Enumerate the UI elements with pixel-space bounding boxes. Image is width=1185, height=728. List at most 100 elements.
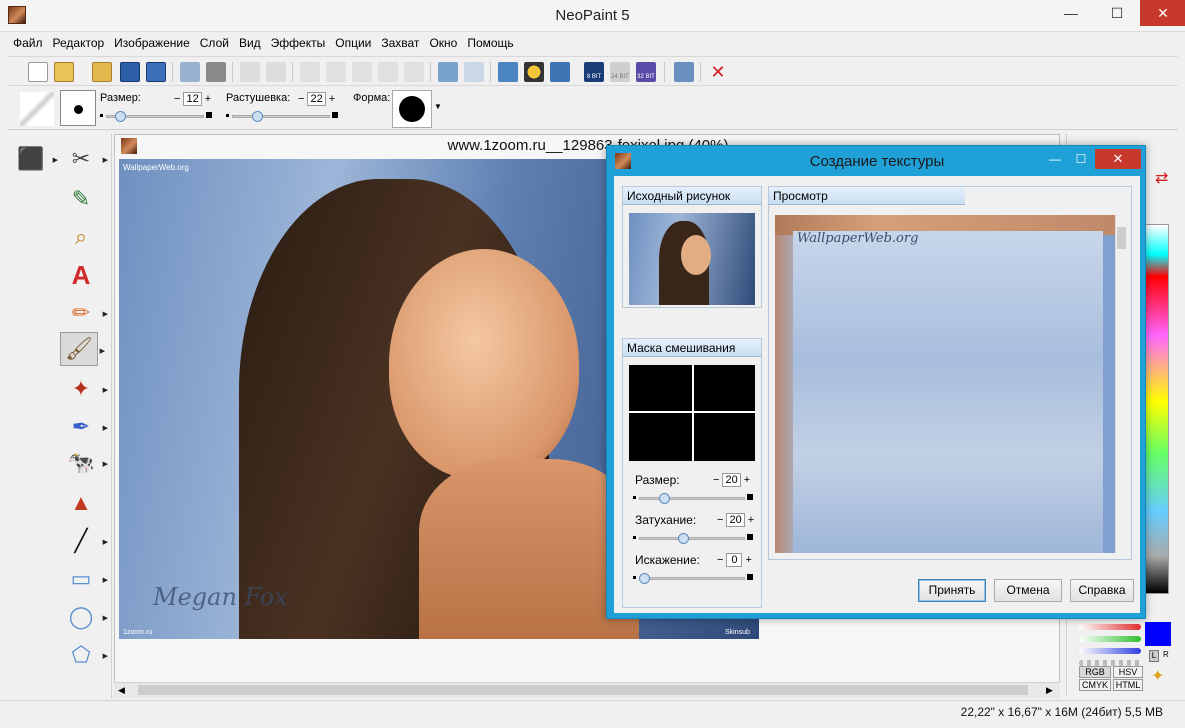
close-document-icon[interactable]: ✕ — [708, 62, 728, 82]
menu-help[interactable]: Помощь — [462, 34, 518, 52]
menu-window[interactable]: Окно — [424, 34, 462, 52]
cut-icon[interactable] — [300, 62, 320, 82]
blend-mask-preview[interactable] — [629, 365, 755, 461]
scan-icon[interactable] — [180, 62, 200, 82]
preview-vscroll[interactable] — [1115, 215, 1127, 553]
eyedropper-icon[interactable]: ✎ — [62, 182, 100, 216]
smudge-icon[interactable]: ✒ ▶ — [62, 410, 108, 444]
zoom-window-icon[interactable] — [674, 62, 694, 82]
tex-size-knob[interactable] — [659, 493, 670, 504]
fade-slider[interactable] — [633, 533, 753, 544]
accept-button[interactable]: Принять — [918, 579, 986, 602]
brightness-icon[interactable] — [524, 62, 544, 82]
size-slider[interactable] — [100, 111, 212, 122]
distort-knob[interactable] — [639, 573, 650, 584]
resize-icon[interactable] — [438, 62, 458, 82]
menu-options[interactable]: Опции — [330, 34, 376, 52]
swap-colors-icon[interactable]: ⇄ — [1155, 168, 1168, 188]
paste-new-icon[interactable] — [378, 62, 398, 82]
feather-slider[interactable] — [226, 111, 338, 122]
close-button[interactable]: ✕ — [1140, 0, 1185, 26]
clone-stamp-icon[interactable]: ▲ — [62, 486, 100, 520]
3d-cube-icon[interactable]: ⬛ ▶ — [12, 142, 58, 176]
distort-slider[interactable] — [633, 573, 753, 584]
ellipse-icon[interactable]: ◯ ▶ — [62, 600, 108, 634]
maximize-button[interactable]: ☐ — [1094, 0, 1140, 26]
8bit-icon[interactable]: 8 BIT — [584, 62, 604, 82]
tex-size-value[interactable]: 20 — [722, 473, 741, 487]
paste-icon[interactable] — [352, 62, 372, 82]
shape-picker[interactable] — [392, 90, 432, 128]
menu-capture[interactable]: Захват — [376, 34, 424, 52]
rectangle-icon[interactable]: ▭ ▶ — [62, 562, 108, 596]
polygon-icon[interactable]: ⬠ ▶ — [62, 638, 108, 672]
dialog-maximize-button[interactable]: ☐ — [1071, 152, 1091, 166]
fade-spinner[interactable]: − 20 + — [717, 513, 754, 527]
minimize-button[interactable]: — — [1048, 0, 1094, 26]
star-picker-icon[interactable]: ✦ — [1151, 666, 1164, 686]
green-slider[interactable] — [1079, 636, 1141, 642]
size-value[interactable]: 12 — [183, 92, 202, 106]
feather-value[interactable]: 22 — [307, 92, 326, 106]
32bit-icon[interactable]: 32 BIT — [636, 62, 656, 82]
shape-dropdown-icon[interactable]: ▼ — [434, 102, 442, 111]
size-spinner[interactable]: − 12 + — [174, 92, 211, 106]
save-as-icon[interactable] — [146, 62, 166, 82]
copy-icon[interactable] — [326, 62, 346, 82]
tex-size-slider[interactable] — [633, 493, 753, 504]
feather-spinner[interactable]: − 22 + — [298, 92, 335, 106]
menu-edit[interactable]: Редактор — [48, 34, 110, 52]
tex-size-spinner[interactable]: − 20 + — [713, 473, 750, 487]
blue-slider[interactable] — [1079, 648, 1141, 654]
brush-tip-preview[interactable] — [60, 90, 96, 126]
open-file-icon[interactable] — [54, 62, 74, 82]
preview-vscroll-thumb[interactable] — [1117, 227, 1126, 249]
line-icon[interactable]: ╱ ▶ — [62, 524, 108, 558]
distort-spinner[interactable]: − 0 + — [717, 553, 752, 567]
menu-layer[interactable]: Слой — [195, 34, 234, 52]
brush-icon[interactable]: 🖌 ▶ — [60, 332, 105, 366]
horizontal-scrollbar[interactable]: ◀ ▶ — [114, 682, 1060, 698]
size-slider-knob[interactable] — [115, 111, 126, 122]
scroll-left-icon[interactable]: ◀ — [118, 685, 125, 696]
magnifier-icon[interactable]: ⌕ — [62, 220, 100, 254]
stamp-animals-icon[interactable]: 🐄 ▶ — [62, 446, 108, 480]
dialog-minimize-button[interactable]: — — [1045, 152, 1065, 166]
text-tool-icon[interactable]: A — [62, 258, 100, 292]
layers-icon[interactable] — [498, 62, 518, 82]
menu-view[interactable]: Вид — [234, 34, 266, 52]
crop-icon[interactable] — [464, 62, 484, 82]
lock-flag[interactable]: L — [1149, 650, 1159, 662]
undo-icon[interactable] — [240, 62, 260, 82]
scroll-right-icon[interactable]: ▶ — [1046, 685, 1053, 696]
fade-knob[interactable] — [678, 533, 689, 544]
redo-icon[interactable] — [266, 62, 286, 82]
print-icon[interactable] — [206, 62, 226, 82]
scroll-thumb[interactable] — [138, 685, 1028, 695]
menu-file[interactable]: Файл — [8, 34, 48, 52]
fade-value[interactable]: 20 — [726, 513, 745, 527]
menu-effects[interactable]: Эффекты — [266, 34, 331, 52]
menu-image[interactable]: Изображение — [109, 34, 195, 52]
colors-icon[interactable] — [550, 62, 570, 82]
mode-rgb[interactable]: RGB — [1079, 666, 1111, 678]
mode-cmyk[interactable]: CMYK — [1079, 679, 1111, 691]
color-palette[interactable] — [1143, 224, 1169, 594]
background-color[interactable] — [1145, 622, 1171, 646]
save-icon[interactable] — [120, 62, 140, 82]
mode-hsv[interactable]: HSV — [1113, 666, 1143, 678]
red-slider[interactable] — [1079, 624, 1141, 630]
new-file-icon[interactable] — [28, 62, 48, 82]
feather-slider-knob[interactable] — [252, 111, 263, 122]
reset-flag[interactable]: R — [1163, 650, 1169, 659]
browse-icon[interactable] — [92, 62, 112, 82]
mode-html[interactable]: HTML — [1113, 679, 1143, 691]
24bit-icon[interactable]: 24 BIT — [610, 62, 630, 82]
selection-scissors-icon[interactable]: ✂ ▶ — [62, 142, 108, 176]
dialog-close-button[interactable]: ✕ — [1095, 149, 1141, 169]
sparkle-brush-icon[interactable]: ✦ ▶ — [62, 372, 108, 406]
cancel-button[interactable]: Отмена — [994, 579, 1062, 602]
help-button[interactable]: Справка — [1070, 579, 1134, 602]
eraser-icon[interactable]: ✏ ▶ — [62, 296, 108, 330]
delete-icon[interactable] — [404, 62, 424, 82]
